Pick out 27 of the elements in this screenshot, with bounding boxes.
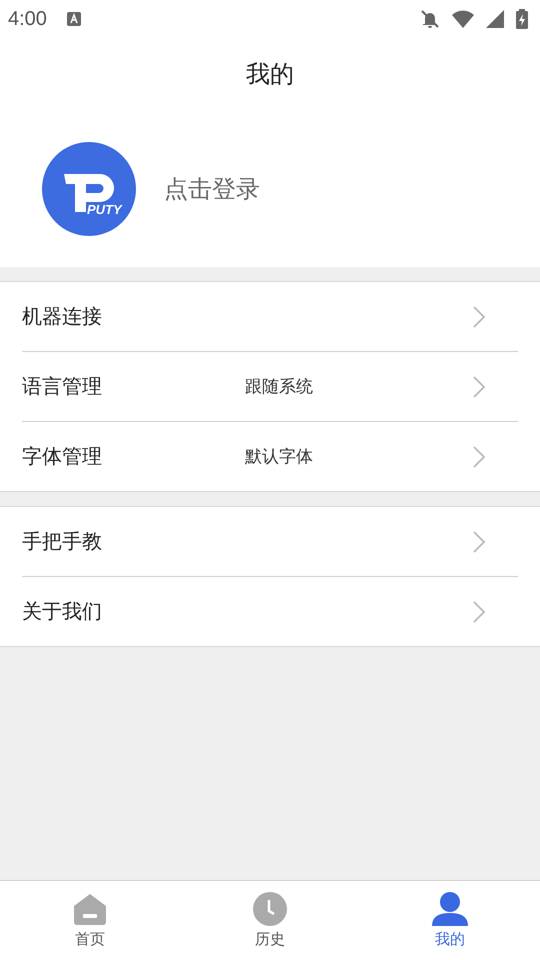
settings-row[interactable]: 字体管理 默认字体 (22, 422, 518, 491)
clock-icon (253, 892, 287, 926)
nav-tab[interactable]: 历史 (180, 881, 360, 960)
person-icon (432, 892, 468, 926)
keyboard-notification-icon (66, 12, 81, 26)
setting-value: 跟随系统 (245, 376, 313, 398)
settings-row[interactable]: 机器连接 (22, 282, 518, 352)
wifi-icon (452, 10, 474, 28)
nav-tab[interactable]: 我的 (360, 881, 540, 960)
login-link[interactable]: 点击登录 (164, 172, 260, 204)
chevron-icon (472, 374, 486, 398)
setting-value: 默认字体 (245, 446, 313, 468)
app-logo: PUTY (42, 142, 136, 236)
muted-bell-icon (420, 9, 440, 29)
chevron-icon (472, 304, 486, 328)
settings-row[interactable]: 语言管理 跟随系统 (22, 352, 518, 422)
chevron-icon (472, 444, 486, 468)
chevron-icon (472, 530, 486, 554)
settings-row[interactable]: 关于我们 (22, 577, 518, 646)
nav-tab[interactable]: 首页 (0, 881, 180, 960)
battery-icon (516, 9, 528, 29)
chevron-icon (472, 600, 486, 624)
settings-row[interactable]: 手把手教 (22, 507, 518, 577)
home-icon (73, 892, 107, 926)
status-time: 4:00 (8, 8, 47, 30)
page-title: 我的 (246, 59, 294, 90)
signal-icon (486, 10, 504, 28)
